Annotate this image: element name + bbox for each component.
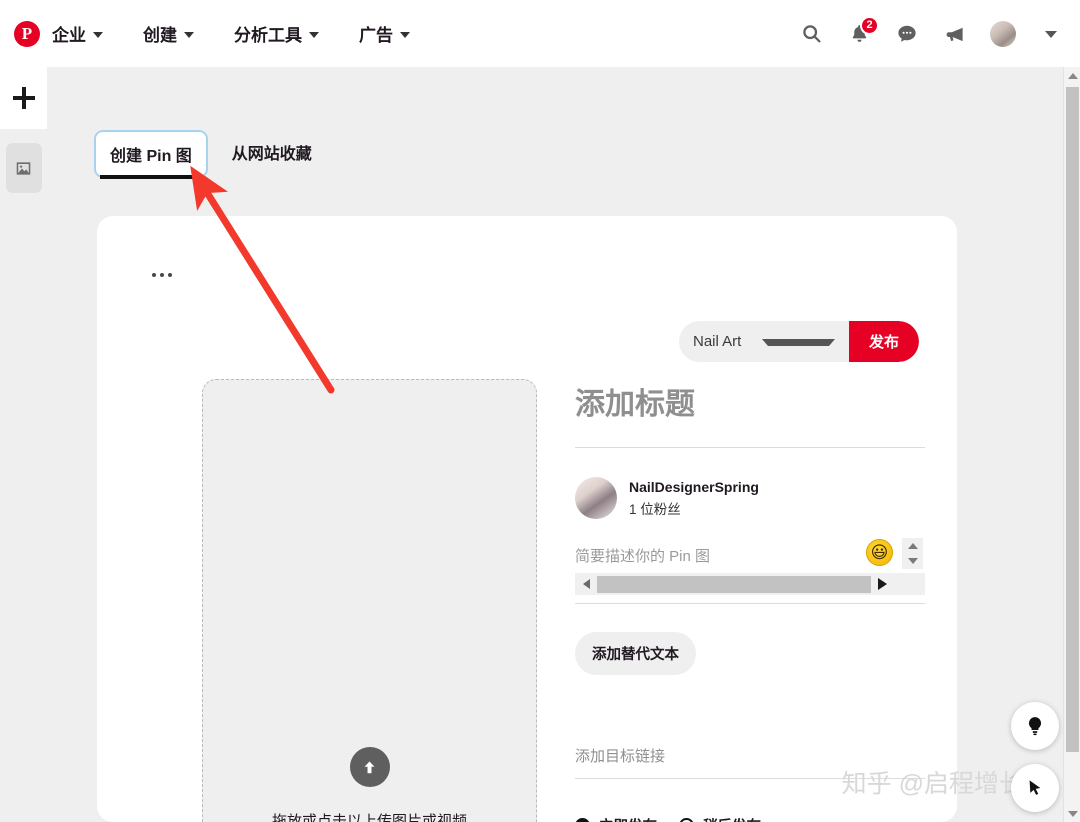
upload-arrow-icon[interactable] <box>349 747 390 787</box>
spinner-up-icon[interactable] <box>907 542 918 549</box>
description-horizontal-scrollbar[interactable] <box>575 573 925 595</box>
board-select-value: Nail Art <box>692 333 742 350</box>
scroll-up-arrow-icon[interactable] <box>1064 67 1080 84</box>
author-followers: 1 位粉丝 <box>629 501 681 517</box>
more-horizontal-icon[interactable] <box>152 273 172 277</box>
description-field-wrapper: 简要描述你的 Pin 图 😃 <box>575 538 925 604</box>
scroll-right-arrow-icon[interactable] <box>871 573 893 595</box>
nav-item-ads-label: 广告 <box>359 26 393 45</box>
dropzone-main-text: 拖放或点击以上传图片或视频 <box>271 813 467 822</box>
radio-publish-later[interactable]: 稍后发布 <box>679 815 761 822</box>
destination-link-input[interactable]: 添加目标链接 <box>575 745 925 779</box>
nav-item-analytics[interactable]: 分析工具 <box>234 21 319 46</box>
megaphone-icon[interactable] <box>942 21 968 47</box>
publish-button[interactable]: 发布 <box>848 321 919 362</box>
left-rail <box>0 67 47 822</box>
rail-media-button[interactable] <box>0 137 47 199</box>
radio-dot <box>679 818 694 822</box>
main-content: 创建 Pin 图 从网站收藏 Nail Art 发布 拖放或点击以上传图片或视频… <box>47 67 1063 822</box>
radio-publish-now-label: 立即发布 <box>599 815 657 822</box>
scroll-left-arrow-icon[interactable] <box>575 573 597 595</box>
chevron-down-icon <box>309 31 319 38</box>
top-navigation-bar: P 企业 创建 分析工具 广告 2 <box>0 0 1080 67</box>
pin-title-input[interactable]: 添加标题 <box>575 379 925 448</box>
nav-item-business-label: 企业 <box>52 26 86 45</box>
app-root: P 企业 创建 分析工具 广告 2 创建 Pin 图 从网站收藏 Nail Ar… <box>0 0 1080 822</box>
scrollbar-thumb[interactable] <box>597 575 871 593</box>
nav-item-analytics-label: 分析工具 <box>234 26 302 45</box>
media-upload-dropzone[interactable]: 拖放或点击以上传图片或视频 建议:使用小于 20 MB 的高质量 .jpg 文件… <box>202 379 537 822</box>
chevron-down-icon <box>761 339 835 346</box>
chevron-down-icon <box>400 31 410 38</box>
rail-create-button[interactable] <box>0 67 47 129</box>
vertical-scrollbar-thumb[interactable] <box>1066 87 1079 752</box>
radio-publish-now[interactable]: 立即发布 <box>575 815 657 822</box>
tab-create-pin[interactable]: 创建 Pin 图 <box>94 130 208 179</box>
notification-badge: 2 <box>860 15 879 35</box>
tab-bar: 创建 Pin 图 从网站收藏 <box>94 130 326 179</box>
smiley-emoji-icon[interactable]: 😃 <box>866 539 893 566</box>
secondary-fab-button[interactable] <box>1011 764 1059 812</box>
tab-save-from-site[interactable]: 从网站收藏 <box>218 130 326 174</box>
image-icon <box>16 161 31 175</box>
description-spinner[interactable] <box>902 538 923 569</box>
chevron-down-icon <box>93 31 103 38</box>
pin-details-form: 添加标题 NailDesignerSpring 1 位粉丝 简要描述你的 Pin… <box>575 379 925 822</box>
pinterest-logo-icon[interactable]: P <box>14 20 40 47</box>
tips-lightbulb-button[interactable] <box>1011 702 1059 750</box>
scroll-down-arrow-icon[interactable] <box>1064 805 1080 822</box>
author-name: NailDesignerSpring <box>629 478 759 495</box>
pin-builder-card: Nail Art 发布 拖放或点击以上传图片或视频 建议:使用小于 20 MB … <box>97 216 957 822</box>
account-chevron-down-icon[interactable] <box>1038 21 1064 47</box>
notification-bell-icon[interactable]: 2 <box>846 15 879 47</box>
nav-item-create[interactable]: 创建 <box>143 21 194 46</box>
lightbulb-icon <box>1028 717 1042 736</box>
header-actions: 2 <box>798 15 1064 47</box>
author-row: NailDesignerSpring 1 位粉丝 <box>575 477 925 519</box>
plus-icon <box>12 87 35 109</box>
chevron-down-icon <box>184 31 194 38</box>
board-select[interactable]: Nail Art <box>678 321 849 362</box>
schedule-radio-group: 立即发布 稍后发布 <box>575 815 925 822</box>
tab-create-pin-label: 创建 Pin 图 <box>110 148 192 165</box>
rail-divider <box>0 129 47 137</box>
cursor-icon <box>1029 780 1041 795</box>
page-vertical-scrollbar[interactable] <box>1063 67 1080 822</box>
radio-dot-selected <box>575 818 590 822</box>
nav-item-ads[interactable]: 广告 <box>359 21 410 46</box>
spinner-down-icon[interactable] <box>907 558 918 565</box>
radio-publish-later-label: 稍后发布 <box>703 815 761 822</box>
add-alt-text-button[interactable]: 添加替代文本 <box>575 632 696 675</box>
search-icon[interactable] <box>798 21 824 47</box>
nav-item-business[interactable]: 企业 <box>52 21 103 46</box>
author-avatar <box>575 477 617 519</box>
chat-bubble-icon[interactable] <box>894 21 920 47</box>
tab-save-from-site-label: 从网站收藏 <box>231 146 312 163</box>
board-and-publish-row: Nail Art 发布 <box>678 321 919 362</box>
user-avatar[interactable] <box>990 20 1016 47</box>
nav-item-create-label: 创建 <box>143 26 177 45</box>
